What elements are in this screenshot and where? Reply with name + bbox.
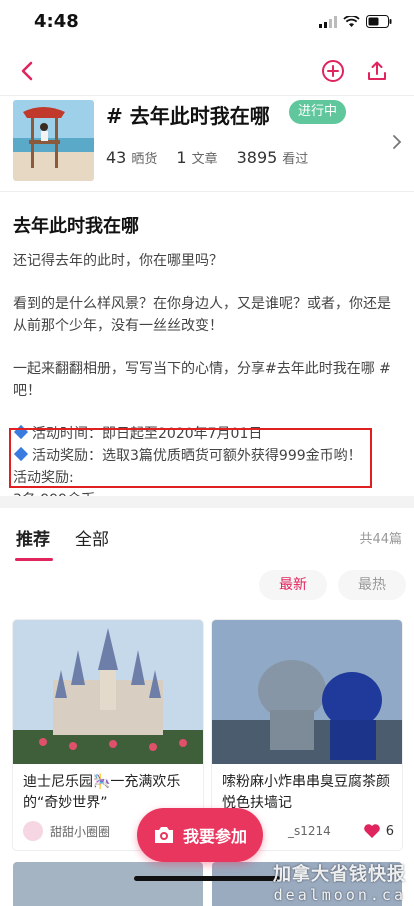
chevron-right-icon	[393, 135, 402, 149]
tab-all[interactable]: 全部	[75, 525, 109, 550]
description-title: 去年此时我在哪	[13, 216, 139, 237]
reward-highlight-box	[9, 428, 372, 488]
topic-stats: 43 晒货 1 文章 3895 看过	[106, 148, 327, 167]
sort-hottest-button[interactable]: 最热	[338, 570, 406, 600]
status-badge: 进行中	[289, 100, 347, 124]
status-bar: 4:48	[0, 0, 414, 46]
back-button[interactable]	[14, 58, 40, 84]
nav-bar	[0, 46, 414, 96]
share-button[interactable]	[364, 58, 390, 84]
add-button[interactable]	[320, 58, 346, 84]
topic-title: # 去年此时我在哪	[106, 104, 270, 128]
sort-row: 最新 最热	[0, 570, 414, 604]
heart-icon	[363, 824, 380, 838]
avatar	[23, 821, 43, 841]
description-paragraph: 一起来翻翻相册，写写当下的心情，分享#去年此时我在哪 #吧！	[13, 361, 391, 399]
join-button-label: 我要参加	[182, 827, 247, 846]
status-time: 4:48	[34, 11, 79, 32]
feed-tabs: 推荐 全部 共44篇	[0, 508, 414, 562]
share-icon	[368, 61, 386, 80]
stat-articles: 1 文章	[176, 148, 218, 167]
post-card-preview[interactable]	[13, 862, 203, 906]
join-button[interactable]: 我要参加	[137, 808, 263, 862]
sort-newest-button[interactable]: 最新	[259, 570, 327, 600]
description-paragraph: 还记得去年的此时，你在哪里吗？	[13, 253, 223, 269]
status-icons	[319, 15, 392, 28]
watermark: 加拿大省钱快报 dealmoon.ca	[273, 864, 406, 904]
chevron-left-icon	[21, 61, 33, 81]
wifi-icon	[343, 15, 360, 27]
signal-icon	[319, 15, 337, 28]
like-count: 6	[385, 823, 394, 839]
tab-indicator	[15, 558, 53, 561]
topic-description: 去年此时我在哪 还记得去年的此时，你在哪里吗？ 看到的是什么样风景？在你身边人，…	[0, 192, 414, 508]
post-title: 嗦粉麻小炸串串臭豆腐茶颜悦色扶墙记	[222, 774, 390, 811]
stat-views: 3895 看过	[236, 148, 309, 167]
tab-recommend[interactable]: 推荐	[16, 525, 50, 550]
stat-posts: 43 晒货	[106, 148, 158, 167]
topic-thumbnail	[13, 100, 94, 181]
post-count: 共44篇	[359, 532, 402, 547]
post-image	[212, 620, 402, 764]
author-name: 甜甜小圈圈	[50, 824, 111, 839]
topic-header[interactable]: # 去年此时我在哪 进行中 43 晒货 1 文章 3895 看过	[0, 96, 414, 192]
home-indicator	[134, 876, 280, 881]
author-name: _s1214	[288, 824, 331, 838]
plus-circle-icon	[322, 60, 344, 82]
camera-icon	[154, 827, 173, 843]
like-button[interactable]: 6	[363, 823, 394, 839]
description-paragraph: 看到的是什么样风景？在你身边人，又是谁呢？或者，你还是从前那个少年，没有一丝丝改…	[13, 296, 391, 334]
post-image	[13, 620, 203, 764]
section-divider	[0, 496, 414, 508]
battery-icon	[366, 15, 392, 28]
